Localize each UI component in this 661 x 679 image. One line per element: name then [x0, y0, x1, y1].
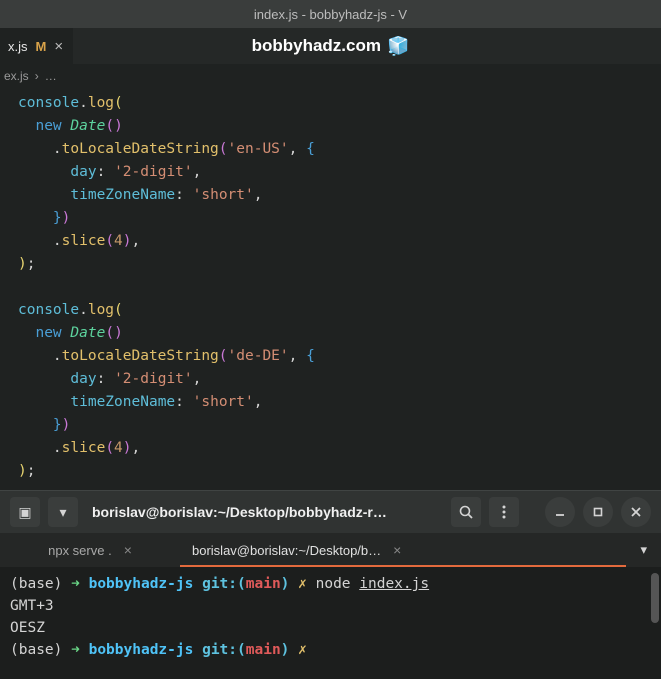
- menu-icon[interactable]: [489, 497, 519, 527]
- window-title-bar: index.js - bobbyhadz-js - V: [0, 0, 661, 28]
- breadcrumb-more[interactable]: …: [45, 69, 57, 83]
- terminal-body[interactable]: (base) ➜ bobbyhadz-js git:(main) ✗ node …: [0, 567, 661, 679]
- brand-label: bobbyhadz.com 🧊: [252, 36, 410, 57]
- terminal-header: ▣ ▾ borislav@borislav:~/Desktop/bobbyhad…: [0, 491, 661, 533]
- close-icon[interactable]: ×: [54, 38, 63, 55]
- code-editor[interactable]: console.log( new Date() .toLocaleDateStr…: [0, 88, 661, 483]
- new-terminal-icon[interactable]: ▣: [10, 497, 40, 527]
- close-icon[interactable]: ×: [393, 542, 401, 558]
- breadcrumb[interactable]: ex.js › …: [0, 64, 661, 88]
- editor-tab[interactable]: x.js M ×: [0, 28, 73, 64]
- chevron-right-icon: ›: [35, 69, 39, 83]
- search-icon[interactable]: [451, 497, 481, 527]
- new-tab-dropdown[interactable]: ▾: [626, 533, 661, 567]
- terminal-output: OESZ: [10, 617, 651, 639]
- terminal-line: (base) ➜ bobbyhadz-js git:(main) ✗: [10, 639, 651, 661]
- terminal-line: (base) ➜ bobbyhadz-js git:(main) ✗ node …: [10, 573, 651, 595]
- scrollbar[interactable]: [651, 573, 659, 623]
- chevron-down-icon[interactable]: ▾: [48, 497, 78, 527]
- tab-filename: x.js: [8, 39, 28, 54]
- close-icon[interactable]: ×: [124, 542, 132, 558]
- window-title: index.js - bobbyhadz-js - V: [254, 7, 407, 22]
- breadcrumb-file[interactable]: ex.js: [4, 69, 29, 83]
- terminal-output: GMT+3: [10, 595, 651, 617]
- maximize-icon[interactable]: [583, 497, 613, 527]
- editor-tab-row: x.js M × bobbyhadz.com 🧊: [0, 28, 661, 64]
- terminal-panel: ▣ ▾ borislav@borislav:~/Desktop/bobbyhad…: [0, 490, 661, 679]
- close-icon[interactable]: [621, 497, 651, 527]
- terminal-title: borislav@borislav:~/Desktop/bobbyhadz-r…: [86, 504, 443, 520]
- tab-modified-indicator: M: [36, 39, 47, 54]
- terminal-tab-active[interactable]: borislav@borislav:~/Desktop/b… ×: [180, 533, 626, 567]
- terminal-tab[interactable]: npx serve . ×: [0, 533, 180, 567]
- terminal-tabs: npx serve . × borislav@borislav:~/Deskto…: [0, 533, 661, 567]
- minimize-icon[interactable]: [545, 497, 575, 527]
- cube-icon: 🧊: [387, 36, 409, 57]
